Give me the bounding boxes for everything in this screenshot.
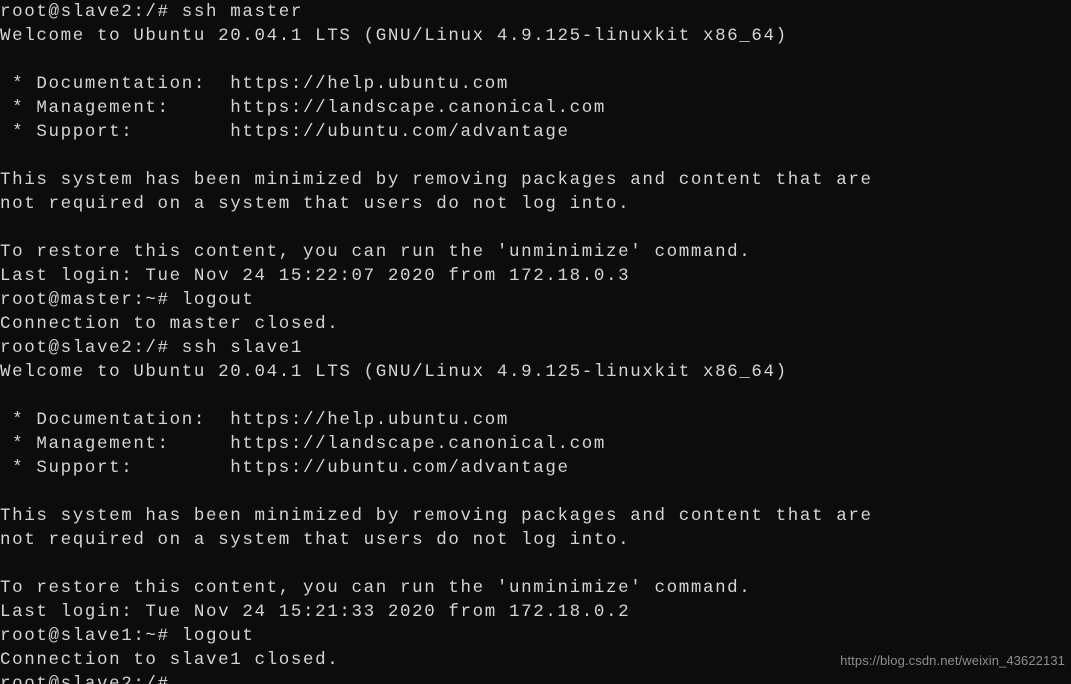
terminal-line: * Support: https://ubuntu.com/advantage [0, 122, 570, 142]
terminal-line: root@slave2:/# [0, 674, 170, 684]
terminal-line: not required on a system that users do n… [0, 194, 631, 214]
terminal-line: not required on a system that users do n… [0, 530, 631, 550]
terminal-line: Last login: Tue Nov 24 15:21:33 2020 fro… [0, 602, 631, 622]
terminal-line: root@slave1:~# logout [0, 626, 255, 646]
terminal-line: * Support: https://ubuntu.com/advantage [0, 458, 570, 478]
terminal-line: * Documentation: https://help.ubuntu.com [0, 74, 510, 94]
terminal-line: This system has been minimized by removi… [0, 506, 873, 526]
terminal-output[interactable]: root@slave2:/# ssh master Welcome to Ubun… [0, 0, 1071, 684]
terminal-window[interactable]: root@slave2:/# ssh master Welcome to Ubun… [0, 0, 1071, 684]
terminal-line: Connection to slave1 closed. [0, 650, 340, 670]
terminal-line: * Documentation: https://help.ubuntu.com [0, 410, 510, 430]
terminal-line: This system has been minimized by removi… [0, 170, 873, 190]
terminal-line: To restore this content, you can run the… [0, 578, 752, 598]
terminal-line: Last login: Tue Nov 24 15:22:07 2020 fro… [0, 266, 631, 286]
terminal-line: * Management: https://landscape.canonica… [0, 434, 606, 454]
terminal-line: * Management: https://landscape.canonica… [0, 98, 606, 118]
terminal-line: root@slave2:/# ssh master [0, 2, 303, 22]
terminal-line: Welcome to Ubuntu 20.04.1 LTS (GNU/Linux… [0, 362, 788, 382]
terminal-line: To restore this content, you can run the… [0, 242, 752, 262]
terminal-line: Welcome to Ubuntu 20.04.1 LTS (GNU/Linux… [0, 26, 788, 46]
terminal-line: Connection to master closed. [0, 314, 340, 334]
terminal-line: root@master:~# logout [0, 290, 255, 310]
terminal-line: root@slave2:/# ssh slave1 [0, 338, 303, 358]
